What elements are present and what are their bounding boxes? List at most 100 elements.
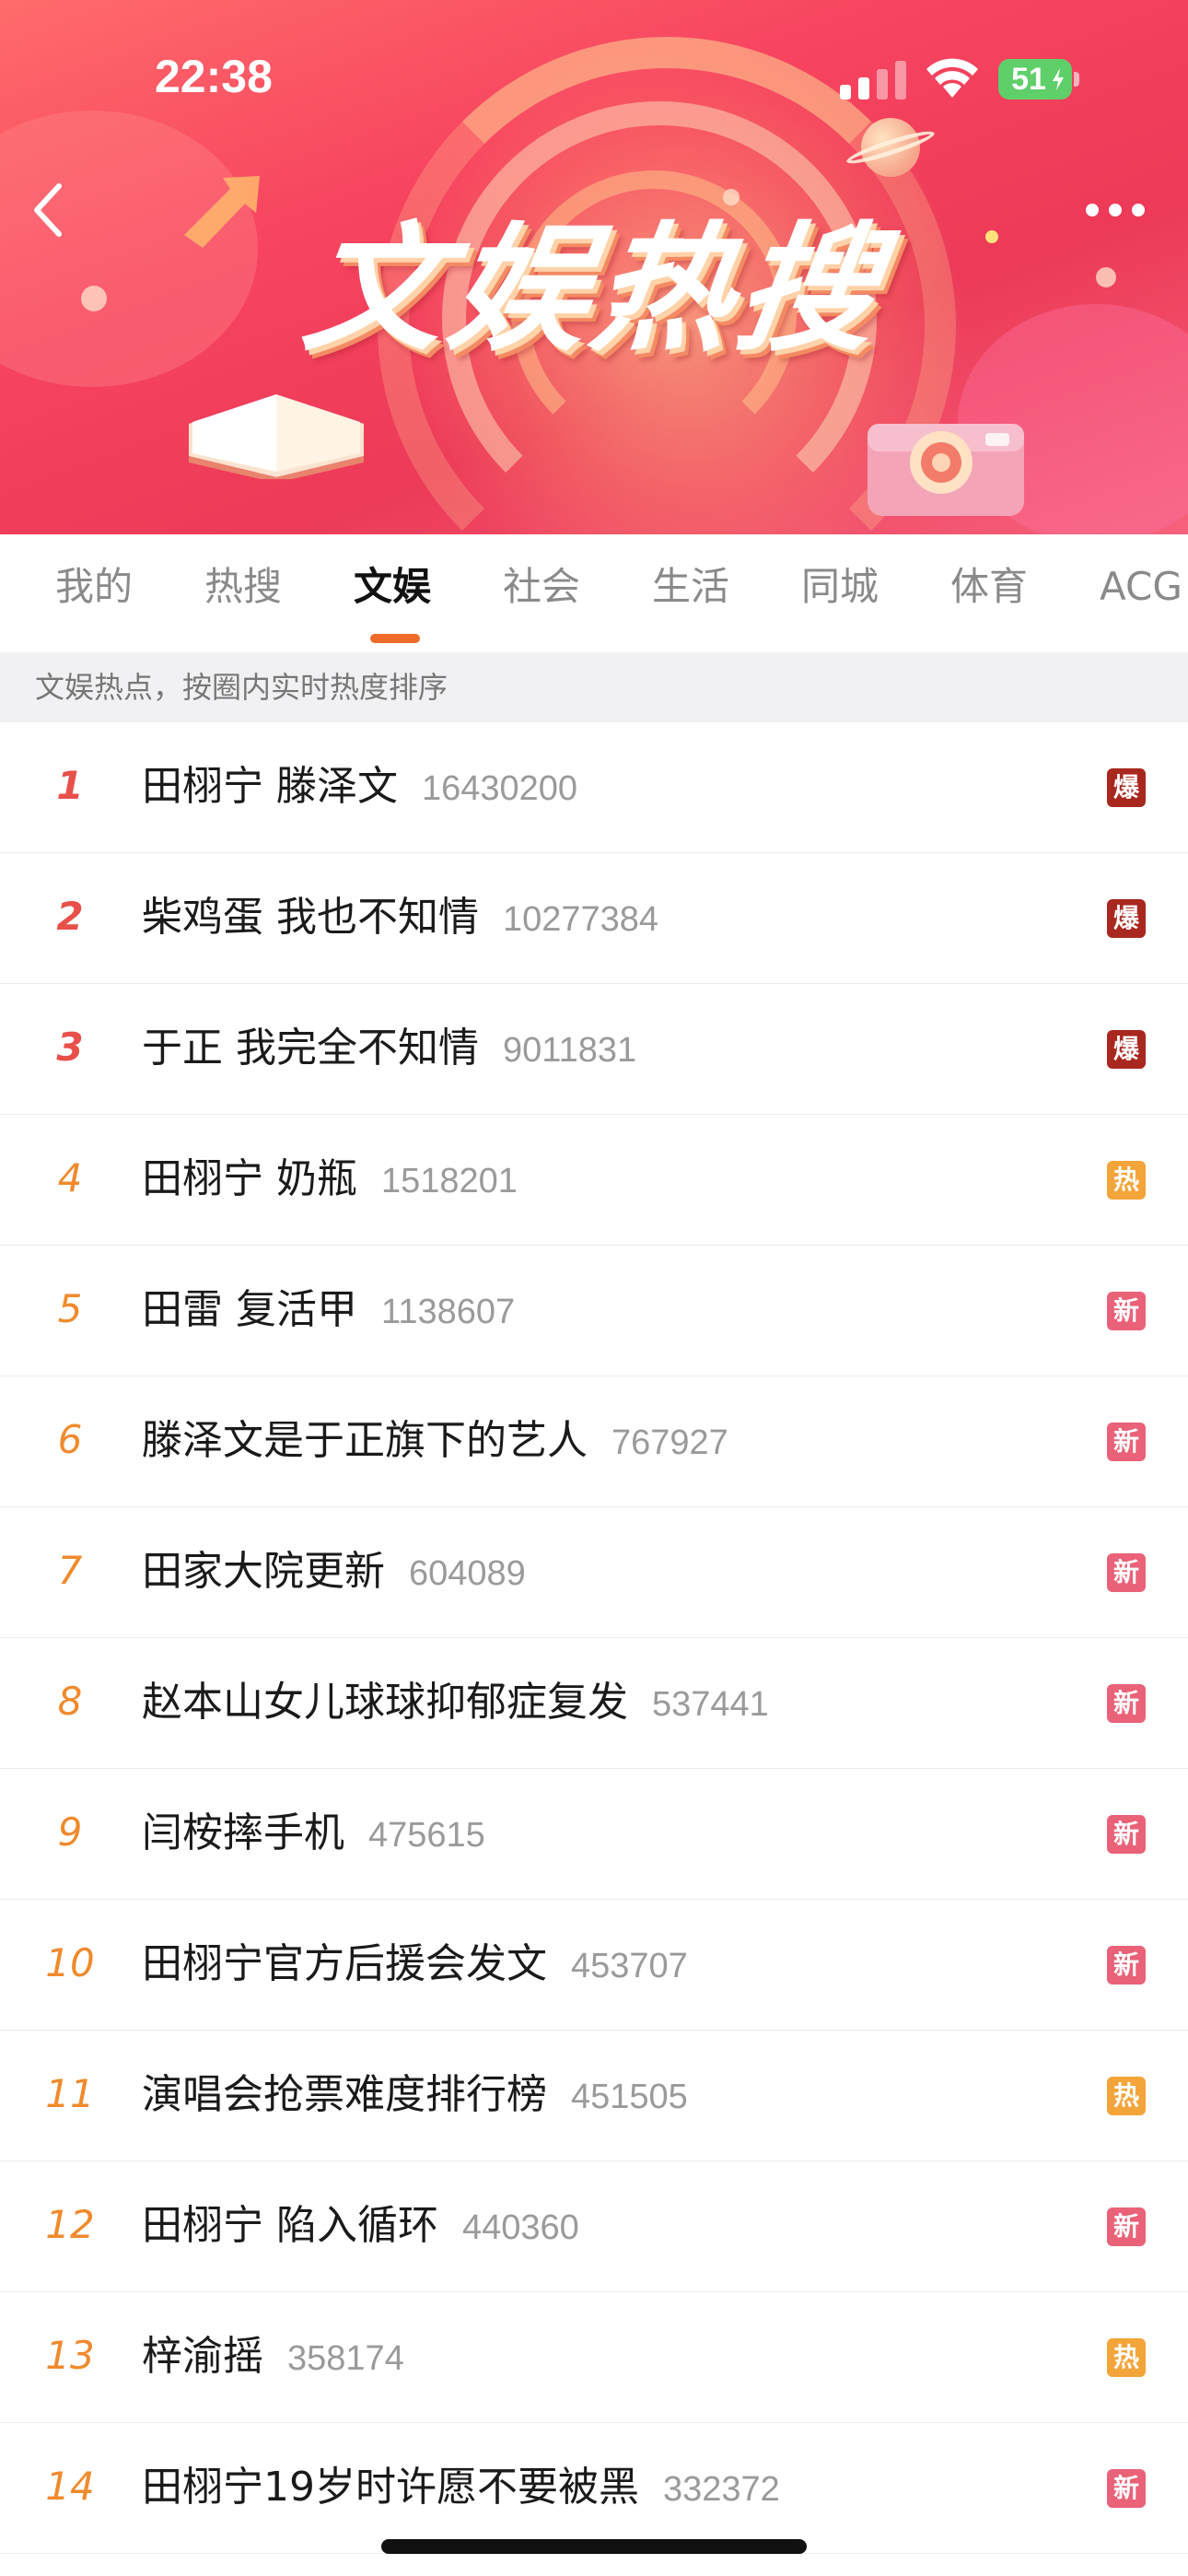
charging-bolt-icon bbox=[1053, 68, 1064, 90]
heat-count: 358174 bbox=[287, 2339, 404, 2378]
back-button[interactable] bbox=[24, 177, 72, 243]
tab-mine[interactable]: 我的 bbox=[55, 568, 133, 606]
list-item-text: 滕泽文是于正旗下的艺人 767927 bbox=[142, 1417, 728, 1466]
list-item[interactable]: 6 滕泽文是于正旗下的艺人 767927 新 bbox=[0, 1376, 1188, 1507]
status-badge: 新 bbox=[1107, 2207, 1146, 2246]
topic-title: 赵本山女儿球球抑郁症复发 bbox=[142, 1679, 628, 1726]
topic-title: 滕泽文是于正旗下的艺人 bbox=[142, 1417, 588, 1464]
tab-society[interactable]: 社会 bbox=[503, 568, 580, 606]
list-item[interactable]: 4 田栩宁 奶瓶 1518201 热 bbox=[0, 1115, 1188, 1246]
status-badge: 新 bbox=[1107, 1946, 1146, 1985]
book-decoration-icon bbox=[189, 394, 364, 479]
topic-title: 田栩宁 陷入循环 bbox=[142, 2202, 438, 2249]
rank-number: 1 bbox=[56, 763, 84, 808]
topic-title: 于正 我完全不知情 bbox=[142, 1025, 479, 1071]
rank-number: 5 bbox=[57, 1286, 83, 1331]
more-button[interactable] bbox=[1083, 192, 1147, 228]
list-item-text: 田栩宁19岁时许愿不要被黑 332372 bbox=[142, 2464, 780, 2512]
list-item[interactable]: 7 田家大院更新 604089 新 bbox=[0, 1507, 1188, 1638]
rank-number: 11 bbox=[45, 2071, 95, 2116]
list-item-text: 田家大院更新 604089 bbox=[142, 1548, 526, 1597]
tab-entertainment[interactable]: 文娱 bbox=[354, 568, 431, 606]
topic-title: 演唱会抢票难度排行榜 bbox=[142, 2071, 547, 2118]
tab-life[interactable]: 生活 bbox=[652, 568, 729, 606]
list-item[interactable]: 3 于正 我完全不知情 9011831 爆 bbox=[0, 984, 1188, 1115]
status-badge: 爆 bbox=[1107, 899, 1146, 938]
battery-cap bbox=[1074, 72, 1079, 87]
tab-local[interactable]: 同城 bbox=[801, 568, 879, 606]
active-tab-indicator bbox=[370, 634, 420, 643]
heat-count: 10277384 bbox=[503, 900, 659, 939]
status-badge: 热 bbox=[1107, 1161, 1146, 1200]
status-badge: 热 bbox=[1107, 2077, 1146, 2115]
list-item-text: 梓渝摇 358174 bbox=[142, 2333, 404, 2382]
camera-decoration-icon bbox=[868, 424, 1024, 516]
list-item[interactable]: 2 柴鸡蛋 我也不知情 10277384 爆 bbox=[0, 853, 1188, 984]
list-description: 文娱热点，按圈内实时热度排序 bbox=[35, 670, 448, 705]
tab-acg[interactable]: ACG bbox=[1100, 568, 1182, 606]
heat-count: 453707 bbox=[571, 1947, 688, 1985]
header-banner: 文娱热搜 22:38 51 bbox=[0, 0, 1188, 534]
cellular-signal-icon bbox=[840, 61, 906, 100]
list-item[interactable]: 5 田雷 复活甲 1138607 新 bbox=[0, 1246, 1188, 1376]
list-item-text: 田栩宁官方后援会发文 453707 bbox=[142, 1940, 688, 1989]
list-item[interactable]: 13 梓渝摇 358174 热 bbox=[0, 2292, 1188, 2423]
topic-title: 梓渝摇 bbox=[142, 2333, 263, 2380]
heat-count: 332372 bbox=[663, 2470, 780, 2509]
wifi-icon bbox=[926, 58, 978, 98]
heat-count: 604089 bbox=[409, 1554, 526, 1593]
rank-number: 8 bbox=[57, 1679, 83, 1724]
list-item-text: 赵本山女儿球球抑郁症复发 537441 bbox=[142, 1679, 769, 1727]
list-item-text: 田栩宁 奶瓶 1518201 bbox=[142, 1155, 518, 1204]
status-badge: 新 bbox=[1107, 1553, 1146, 1592]
topic-title: 闫桉摔手机 bbox=[142, 1809, 344, 1856]
topic-title: 田栩宁 奶瓶 bbox=[142, 1155, 357, 1202]
rank-number: 14 bbox=[45, 2464, 95, 2509]
status-badge: 新 bbox=[1107, 1423, 1146, 1461]
more-dots-icon bbox=[1086, 204, 1145, 217]
battery-indicator: 51 bbox=[998, 59, 1079, 100]
list-item[interactable]: 8 赵本山女儿球球抑郁症复发 537441 新 bbox=[0, 1638, 1188, 1769]
list-item[interactable]: 12 田栩宁 陷入循环 440360 新 bbox=[0, 2161, 1188, 2292]
tab-sports[interactable]: 体育 bbox=[950, 568, 1028, 606]
home-indicator[interactable] bbox=[381, 2539, 807, 2554]
hot-search-list: 1 田栩宁 滕泽文 16430200 爆 2 柴鸡蛋 我也不知情 10277384 爆 3 于正 … bbox=[0, 722, 1188, 2554]
list-item-text: 柴鸡蛋 我也不知情 10277384 bbox=[142, 894, 658, 943]
list-item-text: 田栩宁 陷入循环 440360 bbox=[142, 2202, 579, 2251]
list-item[interactable]: 1 田栩宁 滕泽文 16430200 爆 bbox=[0, 722, 1188, 853]
topic-title: 田家大院更新 bbox=[142, 1548, 385, 1595]
rank-number: 7 bbox=[57, 1548, 83, 1593]
rank-number: 2 bbox=[56, 894, 84, 939]
list-item-text: 田栩宁 滕泽文 16430200 bbox=[142, 763, 577, 812]
page-title: 文娱热搜 bbox=[295, 210, 893, 370]
tab-hot[interactable]: 热搜 bbox=[204, 568, 282, 606]
topic-title: 田栩宁官方后援会发文 bbox=[142, 1940, 547, 1987]
list-item[interactable]: 14 田栩宁19岁时许愿不要被黑 332372 新 bbox=[0, 2423, 1188, 2554]
category-tabs: 我的 热搜 文娱 社会 生活 同城 体育 ACG bbox=[0, 534, 1188, 652]
heat-count: 451505 bbox=[571, 2078, 688, 2116]
list-item-text: 闫桉摔手机 475615 bbox=[142, 1809, 485, 1858]
planet-decoration-icon bbox=[861, 118, 920, 177]
rank-number: 12 bbox=[45, 2202, 95, 2247]
topic-title: 柴鸡蛋 我也不知情 bbox=[142, 894, 479, 941]
heat-count: 475615 bbox=[368, 1816, 485, 1855]
heat-count: 440360 bbox=[462, 2208, 579, 2247]
rank-number: 13 bbox=[45, 2333, 95, 2378]
rank-number: 4 bbox=[57, 1155, 83, 1200]
status-badge: 新 bbox=[1107, 1815, 1146, 1854]
heat-count: 767927 bbox=[611, 1423, 728, 1462]
banner-dot bbox=[723, 189, 740, 205]
list-item[interactable]: 11 演唱会抢票难度排行榜 451505 热 bbox=[0, 2031, 1188, 2161]
rank-number: 9 bbox=[57, 1809, 83, 1855]
rank-number: 3 bbox=[56, 1025, 84, 1070]
list-item[interactable]: 9 闫桉摔手机 475615 新 bbox=[0, 1769, 1188, 1900]
battery-level: 51 bbox=[1011, 62, 1046, 97]
heat-count: 16430200 bbox=[422, 769, 578, 808]
status-time: 22:38 bbox=[155, 51, 273, 102]
heat-count: 1138607 bbox=[381, 1293, 516, 1331]
list-item[interactable]: 10 田栩宁官方后援会发文 453707 新 bbox=[0, 1900, 1188, 2031]
list-item-text: 于正 我完全不知情 9011831 bbox=[142, 1025, 636, 1073]
status-badge: 新 bbox=[1107, 1292, 1146, 1330]
heat-count: 537441 bbox=[652, 1685, 769, 1724]
heat-count: 1518201 bbox=[381, 1162, 518, 1200]
